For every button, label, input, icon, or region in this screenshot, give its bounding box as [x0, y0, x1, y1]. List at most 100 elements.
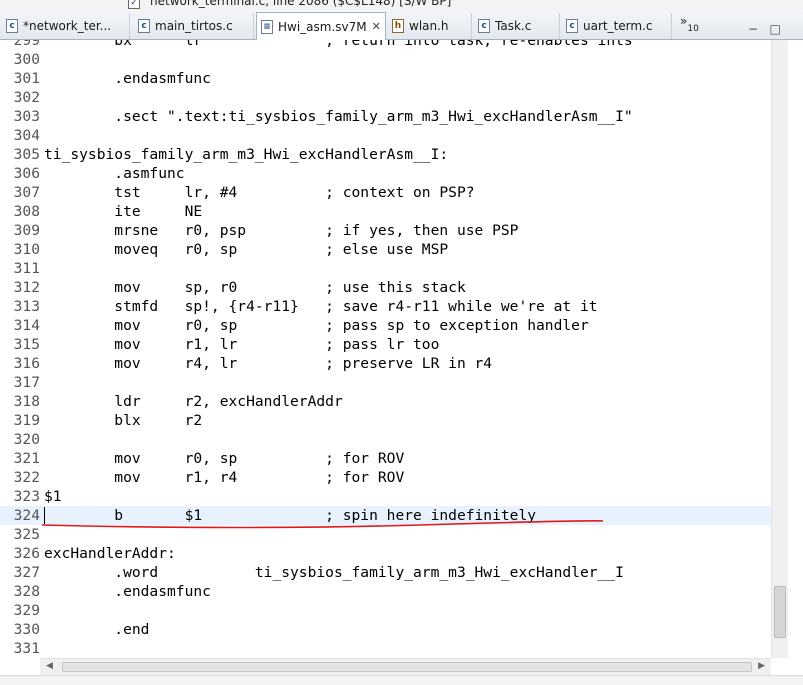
breakpoint-label: network_terminal.c, line 2086 ($C$L148) …	[150, 0, 452, 8]
scroll-left-icon[interactable]: ◀	[46, 661, 53, 671]
code-line[interactable]: 310 moveq r0, sp ; else use MSP	[0, 240, 771, 259]
line-number: 300	[13, 51, 40, 68]
code-line[interactable]: 330 .end	[0, 620, 771, 639]
code-line[interactable]: 322 mov r1, r4 ; for ROV	[0, 468, 771, 487]
code-line[interactable]: 312 mov sp, r0 ; use this stack	[0, 278, 771, 297]
line-number: 322	[13, 469, 40, 486]
code-text: ite NE	[44, 203, 203, 220]
h-file-icon: h	[392, 19, 404, 33]
code-text: mov r0, sp ; pass sp to exception handle…	[44, 317, 589, 334]
asm-file-icon: ≡	[261, 19, 273, 34]
minimize-icon[interactable]: −	[748, 22, 758, 36]
code-line[interactable]: 307 tst lr, #4 ; context on PSP?	[0, 183, 771, 202]
editor-tab-bar: c *network_ter... c main_tirtos.c ≡ Hwi_…	[0, 10, 803, 40]
scrollbar-thumb[interactable]	[62, 662, 752, 672]
line-number: 312	[13, 279, 40, 296]
horizontal-scrollbar[interactable]: ◀ ▶	[40, 658, 771, 675]
line-number: 313	[13, 298, 40, 315]
line-number: 327	[13, 564, 40, 581]
code-line[interactable]: 305 ti_sysbios_family_arm_m3_Hwi_excHandl…	[0, 145, 771, 164]
code-line[interactable]: 300	[0, 50, 771, 69]
line-number: 325	[13, 526, 40, 543]
tab-main-tirtos[interactable]: c main_tirtos.c	[134, 13, 254, 39]
tab-label: Task.c	[495, 19, 532, 33]
tab-label: wlan.h	[409, 19, 449, 33]
scrollbar-thumb[interactable]	[774, 586, 786, 638]
line-number: 305	[13, 146, 40, 163]
code-text: mrsne r0, psp ; if yes, then use PSP	[44, 222, 519, 239]
line-number: 330	[13, 621, 40, 638]
tab-uart-term[interactable]: c uart_term.c	[562, 13, 672, 39]
line-number: 324	[13, 507, 40, 524]
code-text: blx r2	[44, 412, 203, 429]
tab-label: Hwi_asm.sv7M	[278, 19, 367, 34]
breakpoint-checkbox[interactable]: ✓	[128, 0, 140, 9]
code-line[interactable]: 311	[0, 259, 771, 278]
code-line[interactable]: 316 mov r4, lr ; preserve LR in r4	[0, 354, 771, 373]
line-number: 326	[13, 545, 40, 562]
line-number: 301	[13, 70, 40, 87]
right-panel-edge	[788, 40, 803, 684]
line-number: 307	[13, 184, 40, 201]
tab-task-c[interactable]: c Task.c	[474, 13, 560, 39]
line-number: 331	[13, 640, 40, 657]
c-file-icon: c	[566, 19, 578, 33]
c-file-icon: c	[478, 19, 490, 33]
tab-label: uart_term.c	[583, 19, 653, 33]
code-line[interactable]: 318 ldr r2, excHandlerAddr	[0, 392, 771, 411]
line-number: 329	[13, 602, 40, 619]
breakpoint-strip: ✓ network_terminal.c, line 2086 ($C$L148…	[0, 0, 803, 10]
code-line[interactable]: 308 ite NE	[0, 202, 771, 221]
code-line[interactable]: 325	[0, 525, 771, 544]
code-line[interactable]: 304	[0, 126, 771, 145]
tab-wlan-h[interactable]: h wlan.h	[388, 13, 472, 39]
code-text: mov r4, lr ; preserve LR in r4	[44, 355, 493, 372]
code-line[interactable]: 303 .sect ".text:ti_sysbios_family_arm_m…	[0, 107, 771, 126]
code-line[interactable]: 319 blx r2	[0, 411, 771, 430]
scroll-right-icon[interactable]: ▶	[758, 661, 765, 671]
code-line[interactable]: 323 $1	[0, 487, 771, 506]
line-number: 302	[13, 89, 40, 106]
code-line[interactable]: 326 excHandlerAddr:	[0, 544, 771, 563]
code-line[interactable]: 315 mov r1, lr ; pass lr too	[0, 335, 771, 354]
code-line[interactable]: 317	[0, 373, 771, 392]
tab-label: main_tirtos.c	[155, 19, 233, 33]
code-text: .endasmfunc	[44, 70, 211, 87]
code-text: mov r1, lr ; pass lr too	[44, 336, 440, 353]
code-line[interactable]: 301 .endasmfunc	[0, 69, 771, 88]
close-icon[interactable]: ✕	[372, 20, 381, 33]
line-number: 310	[13, 241, 40, 258]
code-text: moveq r0, sp ; else use MSP	[44, 241, 449, 258]
code-line[interactable]: 328 .endasmfunc	[0, 582, 771, 601]
code-text: .sect ".text:ti_sysbios_family_arm_m3_Hw…	[44, 108, 633, 125]
line-number: 314	[13, 317, 40, 334]
code-line[interactable]: 309 mrsne r0, psp ; if yes, then use PSP	[0, 221, 771, 240]
code-text: mov r1, r4 ; for ROV	[44, 469, 405, 486]
tab-network-terminal[interactable]: c *network_ter...	[2, 13, 130, 39]
code-line[interactable]: 306 .asmfunc	[0, 164, 771, 183]
line-number: 317	[13, 374, 40, 391]
code-line[interactable]: 314 mov r0, sp ; pass sp to exception ha…	[0, 316, 771, 335]
code-text: .endasmfunc	[44, 583, 211, 600]
vertical-scrollbar[interactable]	[771, 40, 789, 658]
code-text: mov r0, sp ; for ROV	[44, 450, 405, 467]
line-number: 323	[13, 488, 40, 505]
code-line[interactable]: 331	[0, 639, 771, 658]
line-number: 308	[13, 203, 40, 220]
text-caret	[44, 507, 45, 524]
current-code-line[interactable]: 324 b $1 ; spin here indefinitely	[0, 506, 771, 525]
code-text: bx lr ; return into task, re-enables int…	[44, 40, 633, 49]
code-line[interactable]: 313 stmfd sp!, {r4-r11} ; save r4-r11 wh…	[0, 297, 771, 316]
code-text: $1	[44, 488, 62, 505]
code-line[interactable]: 299 bx lr ; return into task, re-enables…	[0, 40, 771, 50]
tab-hwi-asm[interactable]: ≡ Hwi_asm.sv7M ✕	[256, 12, 386, 40]
code-line[interactable]: 320	[0, 430, 771, 449]
code-line[interactable]: 327 .word ti_sysbios_family_arm_m3_Hwi_e…	[0, 563, 771, 582]
code-text: .end	[44, 621, 150, 638]
code-editor[interactable]: 299 bx lr ; return into task, re-enables…	[0, 40, 771, 658]
maximize-icon[interactable]: □	[770, 22, 781, 36]
code-line[interactable]: 321 mov r0, sp ; for ROV	[0, 449, 771, 468]
code-line[interactable]: 329	[0, 601, 771, 620]
tab-overflow-button[interactable]: »10	[680, 14, 699, 34]
code-line[interactable]: 302	[0, 88, 771, 107]
